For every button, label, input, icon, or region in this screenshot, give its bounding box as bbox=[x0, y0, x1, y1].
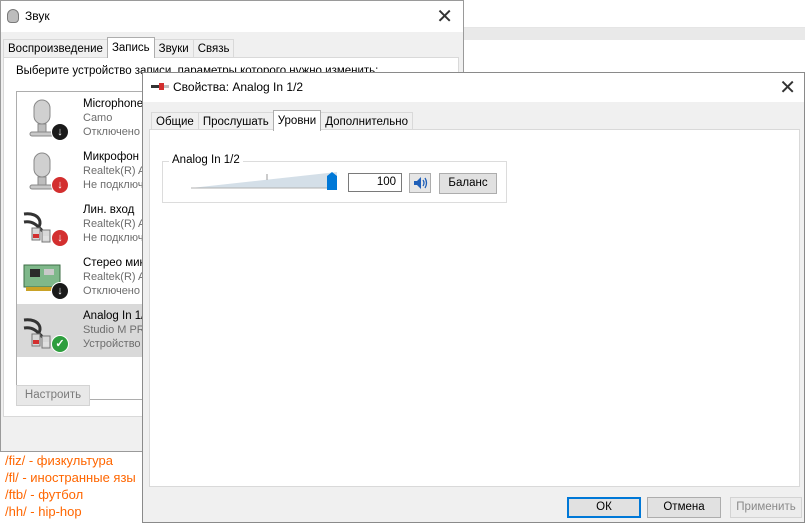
levels-panel: Analog In 1/2 100 Баланс bbox=[149, 129, 800, 487]
device-status: Отключено bbox=[83, 285, 140, 297]
down-arrow-icon: ↓ bbox=[51, 282, 69, 300]
background-links: /fiz/ - физкультура /fl/ - иностранные я… bbox=[5, 452, 136, 520]
close-icon[interactable]: ✕ bbox=[779, 75, 796, 100]
tab-communications[interactable]: Связь bbox=[192, 39, 235, 58]
sound-titlebar[interactable]: Звук ✕ bbox=[1, 1, 463, 32]
balance-button[interactable]: Баланс bbox=[439, 173, 497, 194]
device-analog-in[interactable]: ✓ Analog In 1/ Studio M PR Устройство bbox=[17, 304, 155, 357]
device-line-in[interactable]: ↓ Лин. вход Realtek(R) A Не подключ bbox=[17, 198, 155, 251]
device-stereo-mix[interactable]: ↓ Стерео мик Realtek(R) A Отключено bbox=[17, 251, 155, 304]
device-status: Не подключ bbox=[83, 232, 144, 244]
board-link[interactable]: /fiz/ - физкультура bbox=[5, 452, 136, 469]
device-microphone-camo[interactable]: ↓ Microphone Camo Отключено bbox=[17, 92, 155, 145]
device-name: Лин. вход bbox=[83, 204, 135, 216]
device-name: Analog In 1/ bbox=[83, 310, 145, 322]
board-link[interactable]: /fl/ - иностранные язы bbox=[5, 469, 136, 486]
ok-button[interactable]: ОК bbox=[567, 497, 641, 518]
device-microphone-realtek[interactable]: ↓ Микрофон Realtek(R) A Не подключ bbox=[17, 145, 155, 198]
speaker-icon bbox=[414, 177, 428, 189]
tab-recording[interactable]: Запись bbox=[106, 37, 155, 58]
level-group-label: Analog In 1/2 bbox=[169, 154, 243, 166]
device-driver: Realtek(R) A bbox=[83, 165, 146, 177]
window-title: Звук bbox=[25, 9, 50, 23]
rca-cable-icon bbox=[151, 83, 169, 90]
board-link[interactable]: /hh/ - hip-hop bbox=[5, 503, 136, 520]
tab-sounds[interactable]: Звуки bbox=[153, 39, 194, 58]
device-driver: Realtek(R) A bbox=[83, 271, 146, 283]
properties-titlebar[interactable]: Свойства: Analog In 1/2 ✕ bbox=[143, 73, 804, 102]
tab-levels[interactable]: Уровни bbox=[272, 110, 322, 131]
dialog-title: Свойства: Analog In 1/2 bbox=[173, 80, 304, 94]
level-group: Analog In 1/2 100 Баланс bbox=[162, 154, 507, 203]
device-status: Устройство bbox=[83, 338, 141, 350]
background-strip bbox=[460, 28, 805, 40]
device-name: Стерео мик bbox=[83, 257, 145, 269]
close-icon[interactable]: ✕ bbox=[436, 4, 453, 29]
apply-button[interactable]: Применить bbox=[730, 497, 802, 518]
mute-button[interactable] bbox=[409, 173, 431, 193]
cancel-button[interactable]: Отмена bbox=[647, 497, 721, 518]
device-status: Не подключ bbox=[83, 179, 144, 191]
checkmark-icon: ✓ bbox=[51, 335, 69, 353]
board-link[interactable]: /ftb/ - футбол bbox=[5, 486, 136, 503]
tab-playback[interactable]: Воспроизведение bbox=[3, 39, 108, 58]
device-list[interactable]: ↓ Microphone Camo Отключено ↓ Микрофон R… bbox=[16, 91, 156, 400]
down-arrow-icon: ↓ bbox=[51, 123, 69, 141]
device-name: Microphone bbox=[83, 98, 144, 110]
configure-button[interactable]: Настроить bbox=[16, 385, 90, 406]
speaker-icon bbox=[7, 9, 19, 23]
down-arrow-icon: ↓ bbox=[51, 229, 69, 247]
device-driver: Realtek(R) A bbox=[83, 218, 146, 230]
background-toolbar bbox=[460, 0, 805, 28]
level-value-input[interactable]: 100 bbox=[348, 173, 402, 192]
device-driver: Studio M PR bbox=[83, 324, 145, 336]
down-arrow-icon: ↓ bbox=[51, 176, 69, 194]
device-driver: Camo bbox=[83, 112, 113, 124]
level-slider[interactable] bbox=[191, 170, 337, 192]
device-status: Отключено bbox=[83, 126, 140, 138]
sound-tabs: Воспроизведение Запись Звуки Связь bbox=[3, 37, 235, 58]
properties-dialog: Свойства: Analog In 1/2 ✕ Общие Прослуша… bbox=[142, 72, 805, 523]
device-name: Микрофон bbox=[83, 151, 140, 163]
